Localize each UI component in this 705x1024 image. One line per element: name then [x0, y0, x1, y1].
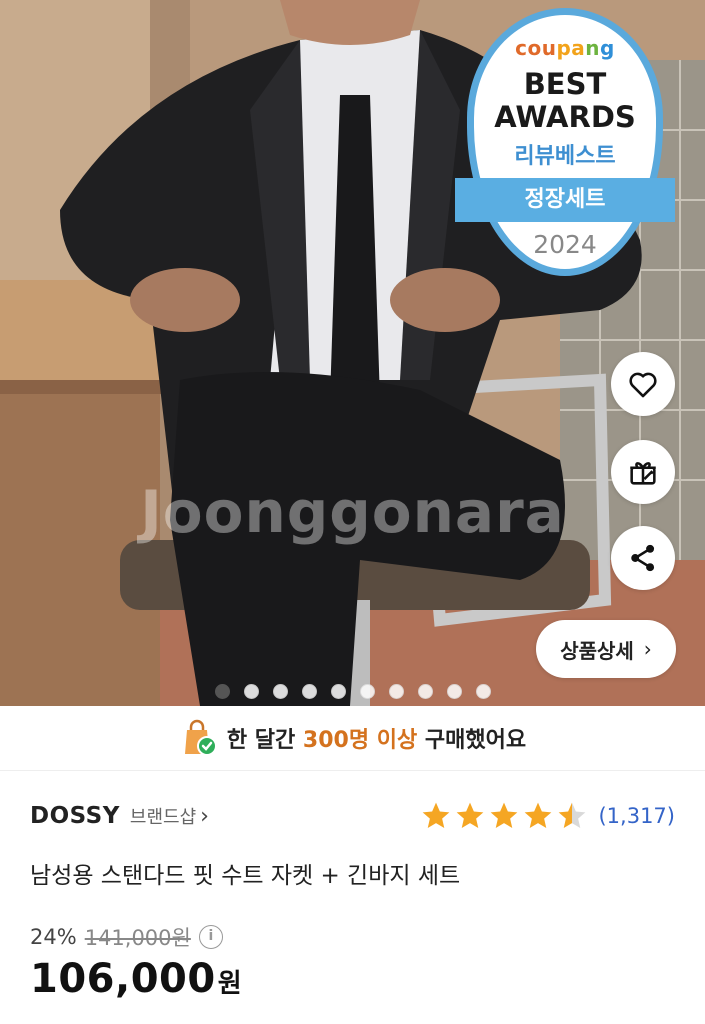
chevron-right-icon: › — [200, 803, 209, 829]
watermark: Joonggonara — [140, 478, 565, 546]
carousel-dot[interactable] — [302, 684, 317, 699]
star-icon — [491, 802, 518, 828]
badge-awards: AWARDS — [494, 100, 636, 134]
badge-best: BEST — [523, 67, 607, 101]
product-detail-label: 상품상세 — [560, 638, 634, 663]
carousel-dot[interactable] — [476, 684, 491, 699]
carousel-dot[interactable] — [215, 684, 230, 699]
carousel-dot[interactable] — [389, 684, 404, 699]
brand-shop-link[interactable]: 브랜드샵 › — [130, 803, 209, 829]
gift-icon — [630, 462, 656, 485]
brand-name[interactable]: DOSSY — [30, 803, 120, 829]
carousel-pagination — [215, 684, 491, 699]
original-price: 141,000원 — [84, 926, 191, 950]
discount-rate: 24% — [30, 925, 77, 949]
heart-icon — [629, 372, 657, 398]
banner-suffix: 구매했어요 — [417, 728, 527, 753]
chevron-right-icon: › — [643, 637, 652, 661]
brand-row: DOSSY 브랜드샵 › (1,317) — [30, 796, 675, 836]
logo-part: n — [585, 36, 601, 60]
rating-stars[interactable]: (1,317) — [420, 800, 675, 832]
star-icon — [457, 802, 484, 828]
carousel-dot[interactable] — [360, 684, 375, 699]
product-detail-button[interactable]: 상품상세 › — [536, 620, 676, 678]
discount-row: 24% 141,000원 i — [30, 922, 223, 952]
half-star-icon — [559, 802, 586, 828]
purchase-banner-text: 한 달간 300명 이상 구매했어요 — [227, 722, 526, 754]
sale-price: 106,000 원 — [30, 956, 242, 1002]
logo-part: pa — [556, 36, 586, 60]
price-value: 106,000 — [30, 956, 216, 1002]
badge-ribbon: 정장세트 — [455, 178, 675, 222]
badge-year: 2024 — [533, 230, 597, 259]
banner-highlight: 300명 이상 — [302, 728, 418, 753]
carousel-dot[interactable] — [418, 684, 433, 699]
share-icon — [631, 544, 655, 572]
info-icon[interactable]: i — [198, 925, 223, 949]
product-image-carousel[interactable]: Joonggonara coupang BEST AWARDS 리뷰베스트 정장… — [0, 0, 705, 706]
star-icon — [525, 802, 552, 828]
carousel-dot[interactable] — [447, 684, 462, 699]
best-awards-badge: coupang BEST AWARDS 리뷰베스트 정장세트 2024 — [455, 8, 675, 278]
purchase-count-banner: 한 달간 300명 이상 구매했어요 — [0, 712, 705, 764]
badge-review-best: 리뷰베스트 — [514, 144, 616, 169]
price-unit: 원 — [217, 969, 242, 999]
star-icon — [423, 802, 450, 828]
logo-part: g — [600, 36, 615, 60]
divider — [0, 770, 705, 771]
banner-prefix: 한 달간 — [226, 728, 303, 753]
carousel-dot[interactable] — [331, 684, 346, 699]
carousel-dot[interactable] — [273, 684, 288, 699]
product-title: 남성용 스탠다드 핏 수트 자켓 + 긴바지 세트 — [30, 863, 461, 889]
review-count[interactable]: (1,317) — [598, 804, 675, 828]
carousel-dot[interactable] — [244, 684, 259, 699]
gift-button[interactable] — [611, 440, 675, 504]
logo-part: cou — [515, 36, 557, 60]
brand-shop-label: 브랜드샵 — [129, 807, 197, 828]
shopping-bag-check-icon — [184, 719, 217, 756]
coupang-logo: coupang — [455, 36, 675, 60]
wishlist-button[interactable] — [611, 352, 675, 416]
share-button[interactable] — [611, 526, 675, 590]
